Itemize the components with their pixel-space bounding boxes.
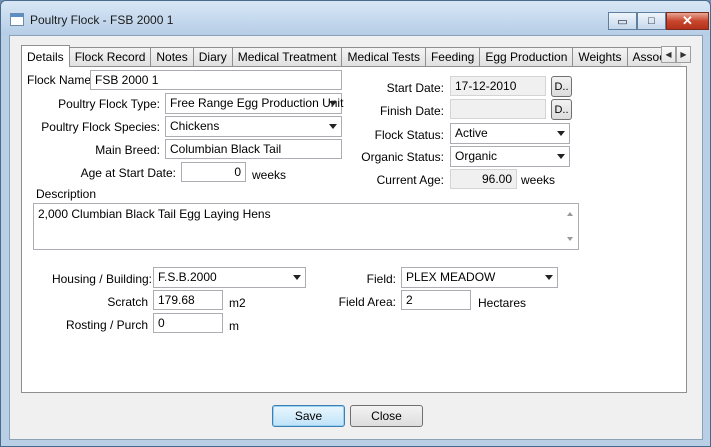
flock-name-input[interactable]: FSB 2000 1 xyxy=(90,70,342,90)
window-controls: ▭ □ ✕ xyxy=(608,12,709,30)
title-bar[interactable]: Poultry Flock - FSB 2000 1 ▭ □ ✕ xyxy=(1,1,710,35)
flock-name-label: Flock Name: xyxy=(27,73,95,87)
field-label: Field: xyxy=(366,272,396,286)
flock-species-select[interactable]: Chickens xyxy=(165,116,342,137)
app-window-icon xyxy=(10,13,24,26)
scratch-label: Scratch xyxy=(107,295,148,309)
start-date-picker-button[interactable]: D.. xyxy=(551,76,572,97)
organic-status-label: Organic Status: xyxy=(361,150,444,164)
rosting-input[interactable]: 0 xyxy=(153,313,223,333)
scratch-input[interactable]: 179.68 xyxy=(153,290,223,310)
maximize-icon[interactable]: □ xyxy=(637,12,666,30)
field-area-label: Field Area: xyxy=(338,295,396,309)
tab-feeding[interactable]: Feeding xyxy=(425,47,481,67)
rosting-unit: m xyxy=(229,319,239,333)
window-title: Poultry Flock - FSB 2000 1 xyxy=(30,13,174,27)
main-breed-label: Main Breed: xyxy=(95,143,160,157)
dialog-client-area: Details Flock Record Notes Diary Medical… xyxy=(9,35,703,440)
housing-label: Housing / Building: xyxy=(51,272,152,286)
field-value: PLEX MEADOW xyxy=(406,270,496,284)
start-date-label: Start Date: xyxy=(386,81,444,95)
rosting-label: Rosting / Purch xyxy=(65,318,148,332)
flock-species-value: Chickens xyxy=(170,119,220,133)
chevron-down-icon xyxy=(545,275,553,280)
main-breed-input[interactable]: Columbian Black Tail xyxy=(165,139,342,159)
flock-type-value: Free Range Egg Production Unit xyxy=(170,96,344,110)
flock-type-label: Poultry Flock Type: xyxy=(58,97,160,111)
tab-notes[interactable]: Notes xyxy=(151,47,194,67)
scratch-unit: m2 xyxy=(229,296,246,310)
description-scrollbar[interactable] xyxy=(562,204,578,249)
organic-status-value: Organic xyxy=(455,149,498,163)
chevron-down-icon xyxy=(557,154,565,159)
tab-scroll-left-icon[interactable]: ◀ xyxy=(661,46,676,63)
field-area-unit: Hectares xyxy=(478,296,527,310)
current-age-value: 96.00 xyxy=(450,169,517,189)
tab-scroller: ◀ ▶ xyxy=(661,46,691,63)
age-start-unit: weeks xyxy=(252,168,287,182)
housing-value: F.S.B.2000 xyxy=(158,270,217,284)
tab-strip: Details Flock Record Notes Diary Medical… xyxy=(21,45,681,67)
chevron-down-icon xyxy=(293,275,301,280)
description-label: Description xyxy=(36,187,97,201)
age-start-input[interactable]: 0 xyxy=(181,162,246,182)
chevron-down-icon xyxy=(557,131,565,136)
field-select[interactable]: PLEX MEADOW xyxy=(401,267,558,288)
chevron-down-icon xyxy=(329,124,337,129)
flock-status-label: Flock Status: xyxy=(374,128,444,142)
close-button[interactable]: Close xyxy=(350,405,423,427)
housing-select[interactable]: F.S.B.2000 xyxy=(153,267,306,288)
tab-medical-tests[interactable]: Medical Tests xyxy=(342,47,426,67)
save-button[interactable]: Save xyxy=(272,405,345,427)
tab-weights[interactable]: Weights xyxy=(573,47,628,67)
flock-status-select[interactable]: Active xyxy=(450,123,570,144)
tab-flock-record[interactable]: Flock Record xyxy=(69,47,152,67)
organic-status-select[interactable]: Organic xyxy=(450,146,570,167)
tab-egg-production[interactable]: Egg Production xyxy=(480,47,574,67)
flock-type-select[interactable]: Free Range Egg Production Unit xyxy=(165,93,344,114)
finish-date-input[interactable] xyxy=(450,99,546,119)
description-textarea[interactable]: 2,000 Clumbian Black Tail Egg Laying Hen… xyxy=(33,203,579,250)
start-date-input[interactable]: 17-12-2010 xyxy=(450,76,546,96)
tab-scroll-right-icon[interactable]: ▶ xyxy=(676,46,691,63)
flock-species-label: Poultry Flock Species: xyxy=(41,120,160,134)
flock-status-value: Active xyxy=(455,126,488,140)
finish-date-picker-button[interactable]: D.. xyxy=(551,99,572,120)
poultry-flock-window: Poultry Flock - FSB 2000 1 ▭ □ ✕ Details… xyxy=(0,0,711,447)
description-text: 2,000 Clumbian Black Tail Egg Laying Hen… xyxy=(38,207,271,221)
tab-details[interactable]: Details xyxy=(21,45,70,67)
finish-date-label: Finish Date: xyxy=(379,104,444,118)
minimize-icon[interactable]: ▭ xyxy=(608,12,637,30)
field-area-input[interactable]: 2 xyxy=(401,290,471,310)
age-start-label: Age at Start Date: xyxy=(80,166,176,180)
close-icon[interactable]: ✕ xyxy=(666,12,709,30)
current-age-unit: weeks xyxy=(521,173,556,187)
current-age-label: Current Age: xyxy=(376,173,444,187)
tab-medical-treatment[interactable]: Medical Treatment xyxy=(232,47,343,67)
details-panel: Flock Name: FSB 2000 1 Poultry Flock Typ… xyxy=(21,66,687,393)
scroll-up-icon[interactable] xyxy=(567,212,573,216)
tab-diary[interactable]: Diary xyxy=(193,47,233,67)
scroll-down-icon[interactable] xyxy=(567,237,573,241)
chevron-down-icon xyxy=(329,101,337,106)
